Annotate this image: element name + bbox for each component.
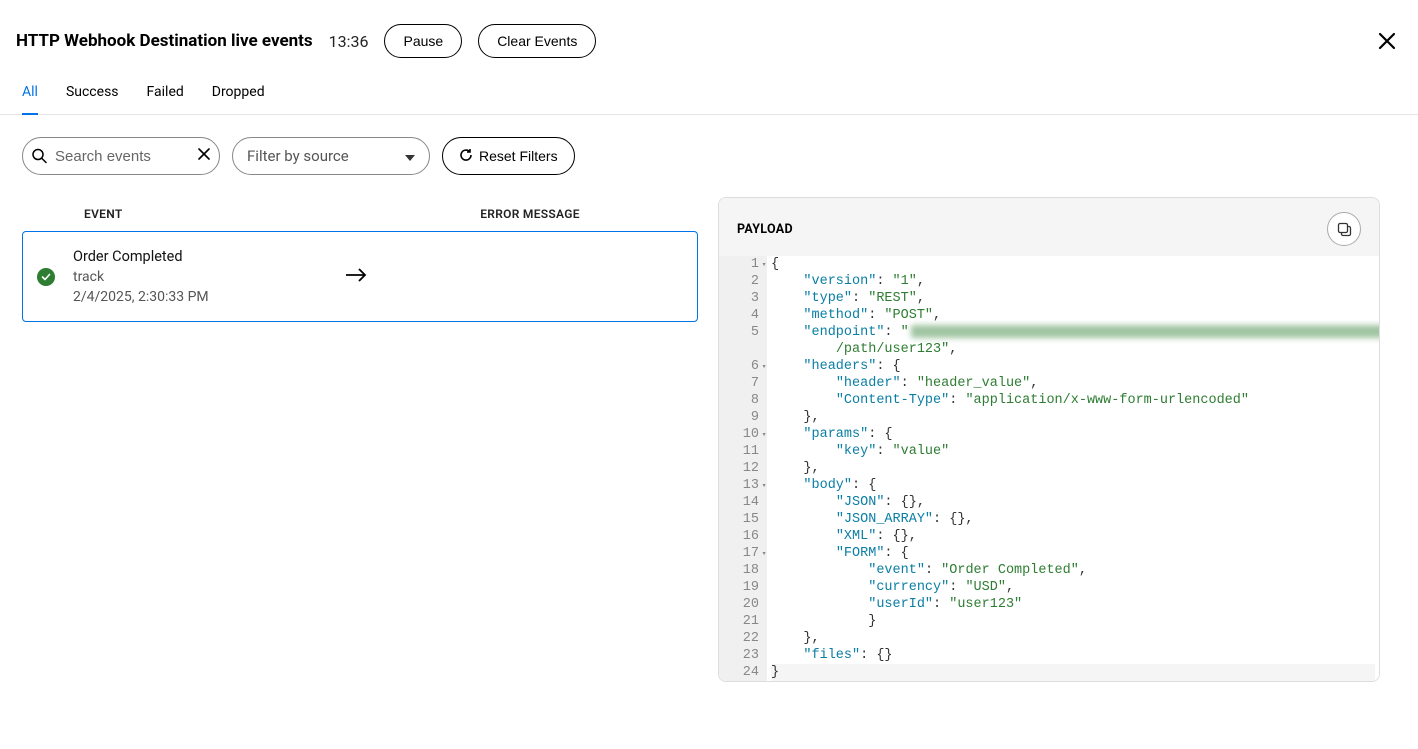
status-success-icon	[37, 268, 55, 286]
time-label: 13:36	[329, 32, 369, 51]
column-header-error: ERROR MESSAGE	[362, 207, 698, 221]
tab-success[interactable]: Success	[66, 74, 119, 114]
payload-header: PAYLOAD	[719, 198, 1379, 256]
payload-panel: PAYLOAD 12345678910111213141516171819202…	[718, 197, 1380, 682]
tab-failed[interactable]: Failed	[147, 74, 184, 114]
pause-button[interactable]: Pause	[384, 24, 462, 58]
reset-filters-button[interactable]: Reset Filters	[442, 137, 575, 175]
tabs: All Success Failed Dropped	[0, 74, 1418, 115]
event-name: Order Completed	[73, 248, 323, 265]
column-header-event: EVENT	[22, 207, 362, 221]
close-icon[interactable]	[1378, 32, 1396, 50]
filter-source-label: Filter by source	[247, 147, 349, 165]
arrow-right-icon	[345, 268, 367, 286]
clear-events-button[interactable]: Clear Events	[478, 24, 596, 58]
code-editor[interactable]: 123456789101112131415161718192021222324 …	[719, 256, 1379, 681]
event-type: track	[73, 269, 323, 285]
line-gutter: 123456789101112131415161718192021222324	[719, 256, 767, 681]
event-timestamp: 2/4/2025, 2:30:33 PM	[73, 289, 323, 305]
code-body: { "version": "1", "type": "REST", "metho…	[767, 256, 1379, 681]
content-area: EVENT ERROR MESSAGE Order Completed trac…	[0, 197, 1418, 682]
chevron-down-icon	[405, 147, 415, 165]
event-row[interactable]: Order Completed track 2/4/2025, 2:30:33 …	[22, 231, 698, 322]
tab-dropped[interactable]: Dropped	[212, 74, 265, 114]
copy-button[interactable]	[1327, 212, 1361, 246]
reset-filters-label: Reset Filters	[479, 148, 558, 164]
filter-source-dropdown[interactable]: Filter by source	[232, 137, 430, 175]
search-icon	[32, 149, 47, 164]
events-column: EVENT ERROR MESSAGE Order Completed trac…	[22, 197, 698, 682]
header: HTTP Webhook Destination live events 13:…	[0, 0, 1418, 74]
tab-all[interactable]: All	[22, 74, 38, 114]
payload-title: PAYLOAD	[737, 222, 793, 237]
event-info: Order Completed track 2/4/2025, 2:30:33 …	[73, 248, 323, 305]
refresh-icon	[459, 148, 473, 165]
clear-search-icon[interactable]	[198, 148, 210, 164]
search-input[interactable]	[22, 137, 220, 175]
page-title: HTTP Webhook Destination live events	[16, 31, 313, 51]
table-header: EVENT ERROR MESSAGE	[22, 197, 698, 231]
copy-icon	[1337, 222, 1352, 237]
filter-bar: Filter by source Reset Filters	[0, 115, 1418, 197]
search-wrapper	[22, 137, 220, 175]
